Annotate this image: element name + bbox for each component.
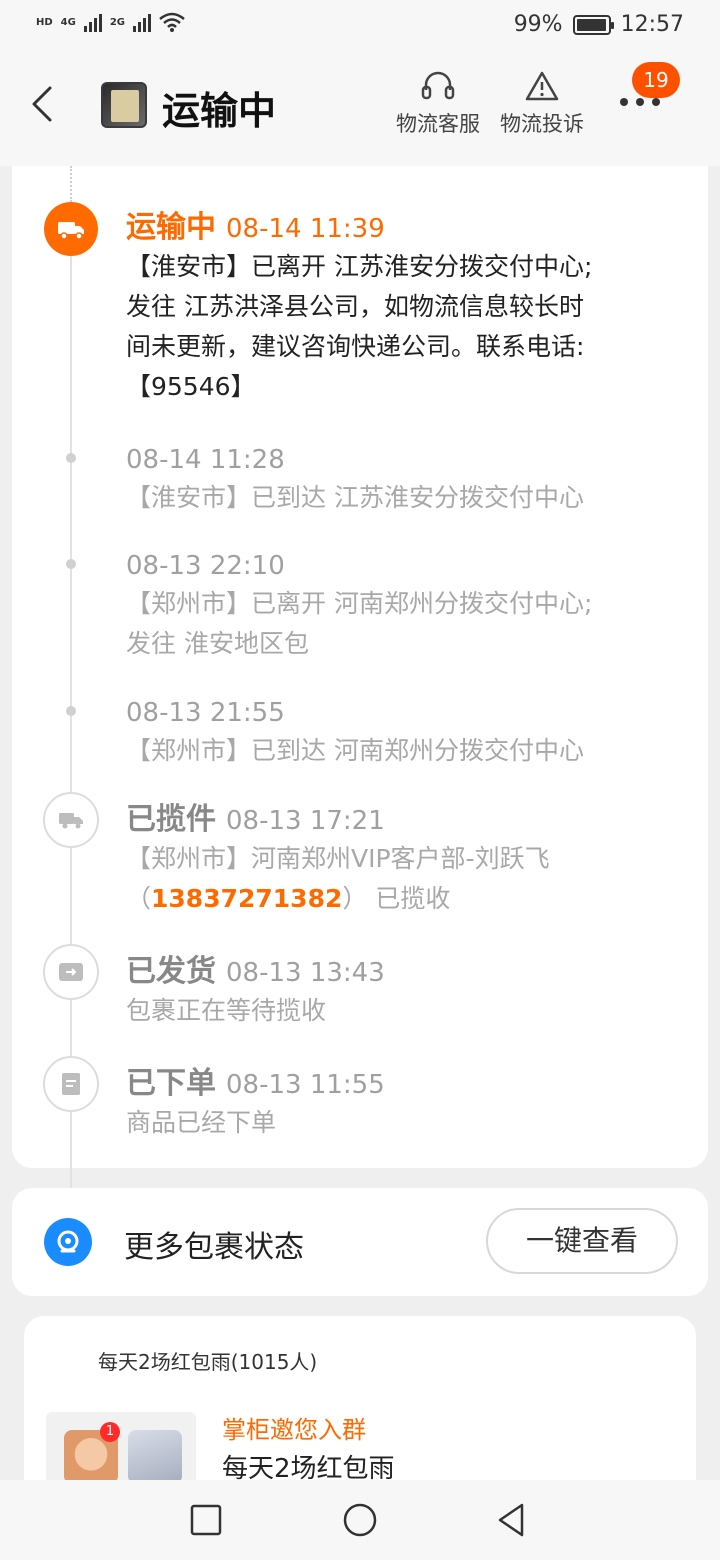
event-line: 发往 江苏洪泽县公司，如物流信息较长时 (126, 292, 584, 321)
status-bar-left: HD 4G 2G (36, 12, 185, 32)
avatar (128, 1430, 182, 1484)
status-bar: HD 4G 2G 99% 12:57 (0, 0, 720, 52)
event-line: 发往 淮安地区包 (126, 629, 309, 658)
home-icon[interactable] (340, 1500, 380, 1540)
warning-icon (525, 71, 559, 101)
pickup-truck-icon (43, 792, 99, 848)
group-title: 每天2场红包雨(1015人) (98, 1350, 318, 1374)
event-line: 【郑州市】已离开 河南郑州分拨交付中心; (126, 589, 593, 618)
event-header: 已揽件 08-13 17:21 (126, 802, 686, 839)
timeline-event: 已下单 08-13 11:55 商品已经下单 (126, 1066, 686, 1143)
network-4g-label: 4G (60, 16, 76, 28)
event-time: 08-13 17:21 (226, 806, 385, 836)
clock: 12:57 (620, 12, 684, 37)
recent-apps-icon[interactable] (186, 1500, 226, 1540)
event-line: 包裹正在等待揽收 (126, 996, 327, 1025)
phone-prefix: （ (126, 884, 152, 913)
status-bar-right: 99% 12:57 (514, 12, 684, 37)
order-document-icon (43, 1056, 99, 1112)
group-invite-text: 掌柜邀您入群 (222, 1416, 366, 1444)
timeline-event: 已揽件 08-13 17:21 【郑州市】河南郑州VIP客户部-刘跃飞 （1383… (126, 802, 686, 919)
event-line: 间未更新，建议咨询快递公司。联系电话: (126, 332, 585, 361)
system-nav-bar (0, 1480, 720, 1560)
event-status: 已下单 (126, 1066, 216, 1101)
event-time: 08-14 11:39 (226, 214, 385, 244)
headset-icon (421, 71, 455, 100)
event-status: 运输中 (126, 210, 216, 245)
timeline-event: 已发货 08-13 13:43 包裹正在等待揽收 (126, 954, 686, 1031)
more-packages-label: 更多包裹状态 (124, 1230, 304, 1265)
battery-percent: 99% (513, 12, 563, 37)
package-thumbnail (101, 82, 147, 128)
courier-phone-link[interactable]: 13837271382 (151, 884, 342, 913)
event-time: 08-13 13:43 (226, 958, 385, 988)
more-packages-card[interactable]: 更多包裹状态 一键查看 (12, 1188, 708, 1296)
timeline-dot (66, 453, 76, 463)
timeline-event: 08-14 11:28 【淮安市】已到达 江苏淮安分拨交付中心 (126, 442, 686, 518)
unread-badge: 1 (100, 1422, 120, 1442)
event-time: 08-13 22:10 (126, 551, 285, 581)
event-time: 08-14 11:28 (126, 445, 285, 475)
phone-suffix: ） 已揽收 (342, 884, 451, 913)
back-nav-icon[interactable] (492, 1500, 532, 1540)
event-line: 【淮安市】已到达 江苏淮安分拨交付中心 (126, 483, 584, 512)
timeline-event: 08-13 22:10 【郑州市】已离开 河南郑州分拨交付中心; 发往 淮安地区… (126, 548, 686, 664)
logistics-timeline-card: 运输中 08-14 11:39 【淮安市】已离开 江苏淮安分拨交付中心; 发往 江… (12, 166, 708, 1266)
event-header: 已下单 08-13 11:55 (126, 1066, 686, 1103)
logistics-complaint-label: 物流投诉 (500, 112, 584, 136)
signal-icon (133, 12, 152, 32)
event-time: 08-13 21:55 (126, 698, 285, 728)
event-status: 已发货 (126, 954, 216, 989)
event-header: 运输中 08-14 11:39 (126, 210, 686, 247)
notification-badge: 19 (632, 62, 680, 98)
event-line: 商品已经下单 (126, 1108, 277, 1137)
timeline-dash (70, 166, 72, 202)
timeline-dot (66, 706, 76, 716)
page-title: 运输中 (162, 89, 277, 133)
timeline-event: 运输中 08-14 11:39 【淮安市】已离开 江苏淮安分拨交付中心; 发往 江… (126, 210, 686, 407)
signal-icon (83, 12, 102, 32)
network-2g-label: 2G (109, 16, 126, 28)
package-status-icon (44, 1218, 92, 1266)
shipped-icon (43, 944, 99, 1000)
event-time: 08-13 11:55 (226, 1070, 385, 1100)
view-all-button[interactable]: 一键查看 (486, 1208, 678, 1274)
header: 运输中 物流客服 物流投诉 19 (0, 52, 720, 166)
event-line: 【郑州市】已到达 河南郑州分拨交付中心 (126, 736, 584, 765)
logistics-complaint-button[interactable]: 物流投诉 (500, 70, 584, 138)
timeline-event: 08-13 21:55 【郑州市】已到达 河南郑州分拨交付中心 (126, 695, 686, 771)
battery-fill (576, 18, 607, 31)
event-line: 【95546】 (126, 372, 256, 401)
group-invite-card[interactable]: 每天2场红包雨(1015人) 1 掌柜邀您入群 每天2场红包雨 (24, 1316, 696, 1496)
event-status: 已揽件 (126, 802, 216, 837)
back-icon[interactable] (24, 80, 64, 128)
logistics-service-button[interactable]: 物流客服 (396, 70, 480, 138)
battery-icon (572, 14, 614, 35)
hd-indicator: HD (36, 16, 53, 28)
logistics-service-label: 物流客服 (396, 112, 480, 136)
timeline-dot (66, 559, 76, 569)
wifi-icon (159, 12, 185, 32)
event-line: 【淮安市】已离开 江苏淮安分拨交付中心; (126, 252, 593, 281)
truck-icon (44, 202, 98, 256)
event-header: 已发货 08-13 13:43 (126, 954, 686, 991)
event-line: （13837271382） 已揽收 (126, 879, 686, 919)
event-line: 【郑州市】河南郑州VIP客户部-刘跃飞 (126, 844, 550, 873)
